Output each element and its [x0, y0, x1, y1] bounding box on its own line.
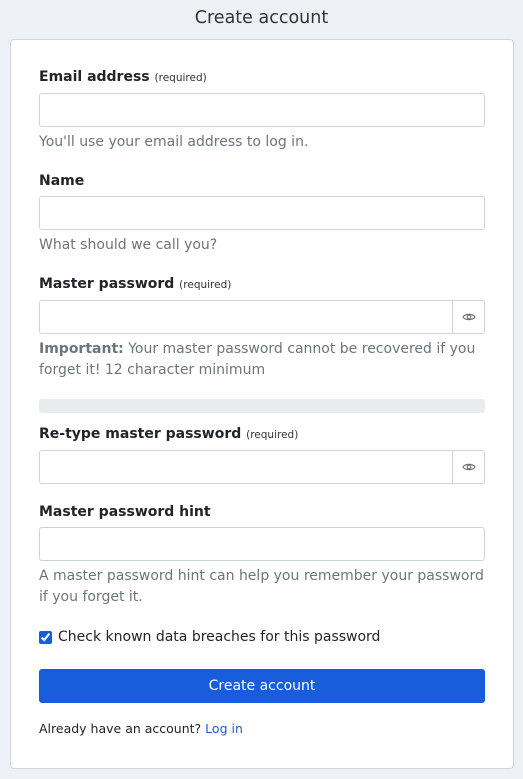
email-label-text: Email address [39, 69, 150, 85]
help-important-label: Important: [39, 341, 124, 357]
name-label: Name [39, 173, 85, 189]
breach-check-label: Check known data breaches for this passw… [58, 629, 381, 645]
email-label: Email address (required) [39, 68, 485, 87]
name-help-text: What should we call you? [39, 237, 218, 253]
retype-password-field-group: Re-type master password (required) [39, 425, 485, 484]
retype-password-label-text: Re-type master password [39, 426, 242, 442]
login-link[interactable]: Log in [205, 721, 243, 736]
required-marker: (required) [154, 72, 207, 84]
login-prompt-text: Already have an account? [39, 721, 202, 736]
master-password-label: Master password (required) [39, 275, 485, 294]
eye-icon [461, 463, 476, 471]
master-password-input-group [39, 300, 485, 334]
hint-field-group: Master password hint A master password h… [39, 503, 485, 608]
hint-help-text: A master password hint can help you reme… [39, 568, 484, 605]
master-password-help-text: Important: Your master password cannot b… [39, 339, 485, 381]
breach-check-checkbox[interactable] [39, 630, 52, 644]
master-password-field-group: Master password (required) Important: Yo… [39, 275, 485, 381]
hint-label: Master password hint [39, 504, 211, 520]
signup-card: Email address (required) You'll use your… [10, 39, 514, 769]
email-field-group: Email address (required) You'll use your… [39, 68, 485, 153]
master-password-input[interactable] [39, 300, 452, 334]
email-help-text: You'll use your email address to log in. [39, 134, 309, 150]
login-prompt: Already have an account? Log in [39, 721, 243, 736]
retype-password-input-group [39, 450, 485, 484]
required-marker: (required) [179, 279, 232, 291]
name-input[interactable] [39, 196, 485, 230]
required-marker: (required) [246, 429, 299, 441]
page-title: Create account [194, 8, 329, 28]
retype-password-label: Re-type master password (required) [39, 425, 485, 444]
email-input[interactable] [39, 93, 485, 127]
name-field-group: Name What should we call you? [39, 172, 485, 256]
create-account-button[interactable]: Create account [39, 669, 485, 703]
eye-icon [461, 313, 476, 321]
toggle-retype-visibility-button[interactable] [452, 450, 485, 484]
password-strength-meter [39, 399, 485, 413]
toggle-password-visibility-button[interactable] [452, 300, 485, 334]
retype-password-input[interactable] [39, 450, 452, 484]
master-password-label-text: Master password [39, 276, 175, 292]
hint-input[interactable] [39, 527, 485, 561]
breach-check-row[interactable]: Check known data breaches for this passw… [39, 629, 380, 645]
